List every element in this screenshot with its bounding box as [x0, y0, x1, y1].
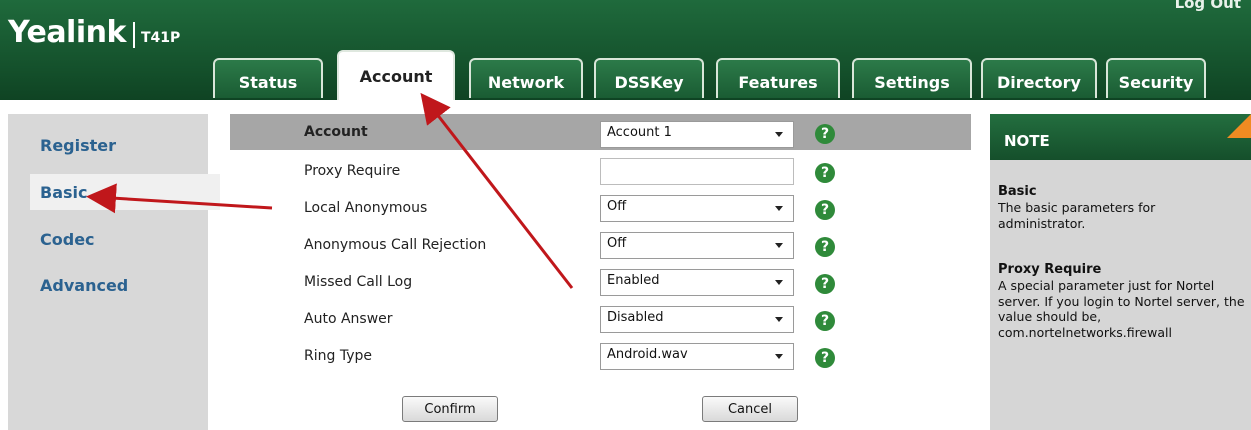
- annotation-arrow-icon: [86, 183, 273, 214]
- annotation-arrow-icon: [420, 92, 574, 289]
- annotation-overlay: [86, 92, 574, 289]
